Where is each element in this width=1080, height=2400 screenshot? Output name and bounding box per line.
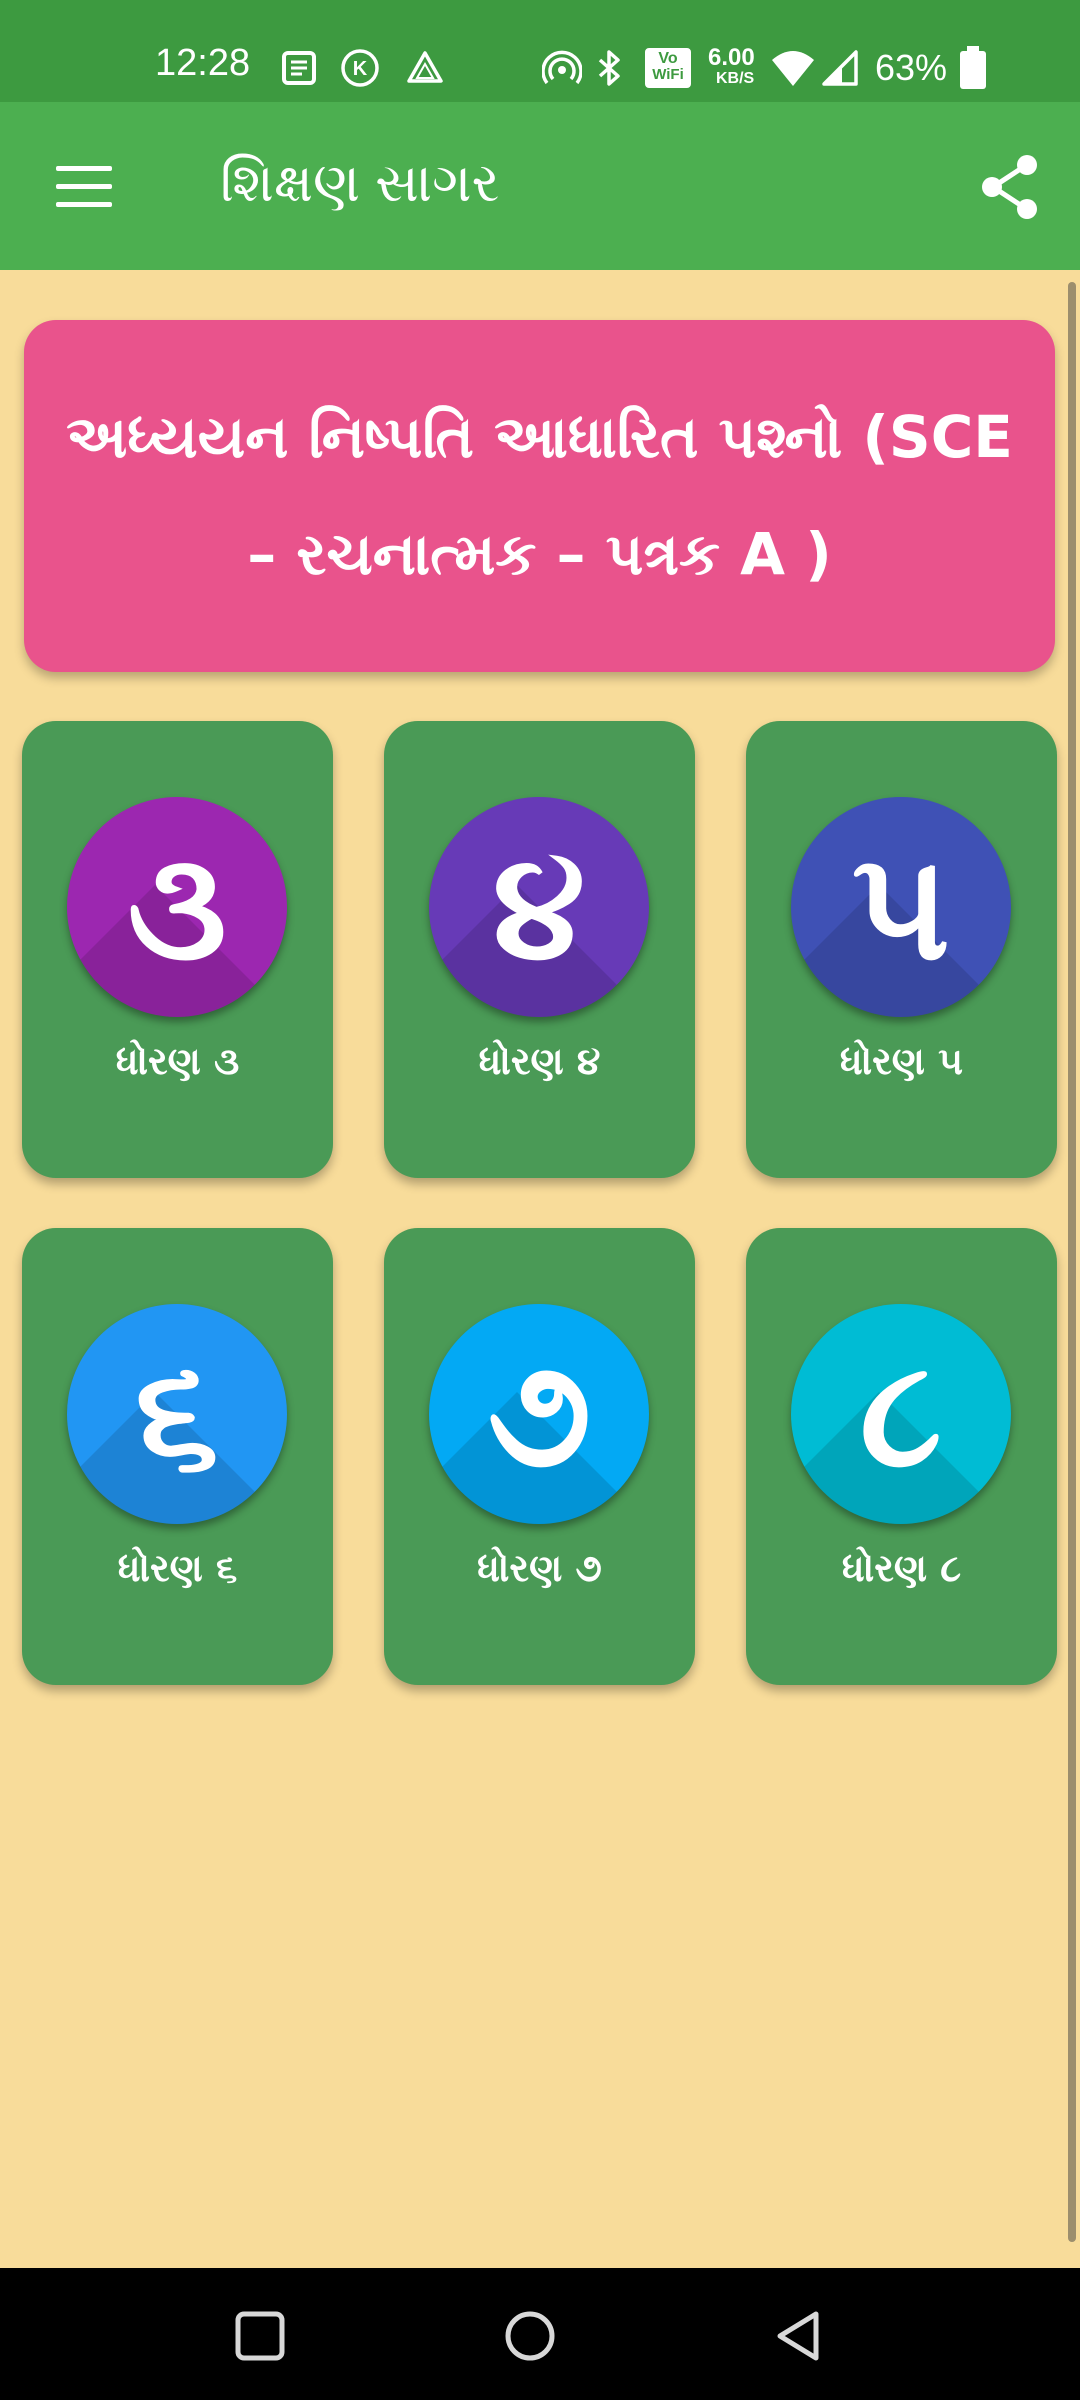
grade-label: ધોરણ ૩ (115, 1039, 240, 1083)
bluetooth-icon (598, 50, 620, 86)
grade-numeral: ૫ (851, 820, 951, 994)
signal-icon (822, 50, 858, 86)
grade-label: ધોરણ ૫ (839, 1039, 964, 1083)
net-speed-unit: KB/S (716, 70, 755, 87)
news-icon (282, 51, 316, 85)
menu-icon[interactable] (48, 152, 120, 220)
recents-square-icon[interactable] (230, 2306, 290, 2366)
scrollbar[interactable] (1068, 282, 1076, 2242)
share-icon[interactable] (975, 152, 1045, 222)
status-time: 12:28 (155, 42, 251, 84)
app-bar: શિક્ષણ સાગર (0, 102, 1080, 270)
back-triangle-icon[interactable] (770, 2306, 830, 2366)
grade-circle-4: ૪ (429, 797, 649, 1017)
battery-icon (960, 46, 986, 89)
vowifi-bottom: WiFi (652, 66, 684, 83)
grade-label: ધોરણ ૬ (117, 1546, 238, 1590)
home-circle-icon[interactable] (500, 2306, 560, 2366)
grade-circle-3: ૩ (67, 797, 287, 1017)
grade-numeral: ૩ (127, 820, 227, 994)
grade-numeral: ૮ (859, 1327, 943, 1501)
wifi-icon (772, 51, 814, 86)
status-bar: 12:28 K Vo WiFi 6.00 KB/S 63% (0, 0, 1080, 102)
app-title: શિક્ષણ સાગર (220, 153, 500, 213)
banner-title: અધ્યયન નિષ્પતિ આધારિત પશ્નો (SCE – રચનાત… (66, 403, 1013, 588)
grade-label: ધોરણ ૪ (478, 1039, 601, 1083)
k-letter: K (353, 58, 368, 80)
net-speed-value: 6.00 (708, 44, 755, 71)
grade-label: ધોરણ ૭ (477, 1546, 602, 1590)
vowifi-top: Vo (658, 50, 678, 67)
vowifi-icon: Vo WiFi (645, 48, 691, 88)
grade-card-6[interactable]: ૬ ધોરણ ૬ (22, 1228, 333, 1685)
grade-circle-5: ૫ (791, 797, 1011, 1017)
grade-card-4[interactable]: ૪ ધોરણ ૪ (384, 721, 695, 1178)
grade-card-3[interactable]: ૩ ધોરણ ૩ (22, 721, 333, 1178)
grade-card-8[interactable]: ૮ ધોરણ ૮ (746, 1228, 1057, 1685)
hotspot-icon (542, 50, 582, 85)
battery-percent: 63% (875, 47, 948, 88)
grade-circle-6: ૬ (67, 1304, 287, 1524)
grade-numeral: ૬ (134, 1327, 219, 1501)
grade-circle-8: ૮ (791, 1304, 1011, 1524)
main-content[interactable]: અધ્યયન નિષ્પતિ આધારિત પશ્નો (SCE – રચનાત… (0, 270, 1080, 2268)
system-nav-bar (0, 2268, 1080, 2400)
drive-icon (407, 51, 443, 83)
grade-numeral: ૭ (486, 1327, 592, 1501)
banner-card[interactable]: અધ્યયન નિષ્પતિ આધારિત પશ્નો (SCE – રચનાત… (24, 320, 1055, 672)
grade-label: ધોરણ ૮ (841, 1546, 962, 1590)
grade-numeral: ૪ (492, 820, 586, 994)
grade-card-7[interactable]: ૭ ધોરણ ૭ (384, 1228, 695, 1685)
grade-card-5[interactable]: ૫ ધોરણ ૫ (746, 721, 1057, 1178)
grade-circle-7: ૭ (429, 1304, 649, 1524)
k-circle-icon: K (341, 49, 379, 87)
